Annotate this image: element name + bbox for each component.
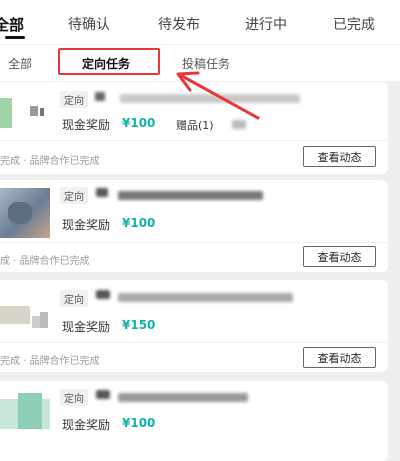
cash-reward-amount: ¥100 [122, 216, 156, 230]
product-thumbnail [0, 292, 50, 342]
card-status-text: 成 · 品牌合作已完成 [0, 256, 90, 267]
card-status-text: 完成 · 品牌合作已完成 [0, 156, 100, 167]
card-divider [0, 140, 388, 141]
directed-tag: 定向 [60, 290, 88, 307]
tab-completed[interactable]: 已完成 [333, 14, 375, 34]
tab-in-progress[interactable]: 进行中 [245, 14, 287, 34]
redacted-gift [232, 120, 246, 129]
view-activity-button[interactable]: 查看动态 [303, 246, 376, 267]
cash-reward-label: 现金奖励 [62, 118, 111, 132]
card-divider [0, 342, 388, 343]
card-status-text: 完成 · 品牌合作已完成 [0, 356, 100, 367]
redacted-title [118, 191, 263, 200]
product-thumbnail [0, 88, 50, 138]
tab-pending-publish[interactable]: 待发布 [158, 14, 200, 34]
tab-all[interactable]: 全部 [0, 14, 24, 35]
cash-reward-label: 现金奖励 [62, 320, 111, 334]
directed-tag: 定向 [60, 187, 88, 204]
redacted-title [120, 94, 300, 103]
product-thumbnail [0, 188, 50, 238]
subtab-submission-tasks[interactable]: 投稿任务 [182, 55, 230, 72]
tab-pending-confirm[interactable]: 待确认 [68, 14, 110, 34]
directed-tag: 定向 [60, 389, 88, 406]
subtab-all[interactable]: 全部 [8, 55, 32, 72]
cash-reward-label: 现金奖励 [62, 218, 111, 232]
redacted-title [118, 393, 248, 402]
cash-reward-amount: ¥150 [122, 318, 156, 332]
redacted-title [96, 290, 110, 299]
highlight-annotation-box [58, 48, 160, 75]
product-thumbnail [0, 389, 50, 439]
cash-reward-amount: ¥100 [122, 416, 156, 430]
redacted-title [95, 92, 105, 101]
redacted-title [96, 390, 110, 399]
directed-tag: 定向 [60, 91, 88, 108]
redacted-title [96, 188, 108, 197]
gift-count: 赠品(1) [176, 119, 214, 132]
active-tab-indicator [5, 36, 25, 39]
status-tab-bar: 全部 待确认 待发布 进行中 已完成 [0, 0, 400, 44]
cash-reward-amount: ¥100 [122, 116, 156, 130]
cash-reward-label: 现金奖励 [62, 418, 111, 432]
task-card[interactable]: 定向 现金奖励 ¥100 [0, 381, 388, 461]
task-card[interactable]: 定向 现金奖励 ¥100 赠品(1) 完成 · 品牌合作已完成 查看动态 [0, 82, 388, 174]
view-activity-button[interactable]: 查看动态 [303, 347, 376, 368]
card-divider [0, 242, 388, 243]
view-activity-button[interactable]: 查看动态 [303, 146, 376, 167]
task-card[interactable]: 定向 现金奖励 ¥100 成 · 品牌合作已完成 查看动态 [0, 180, 388, 272]
task-card[interactable]: 定向 现金奖励 ¥150 完成 · 品牌合作已完成 查看动态 [0, 280, 388, 372]
redacted-title [118, 293, 293, 302]
